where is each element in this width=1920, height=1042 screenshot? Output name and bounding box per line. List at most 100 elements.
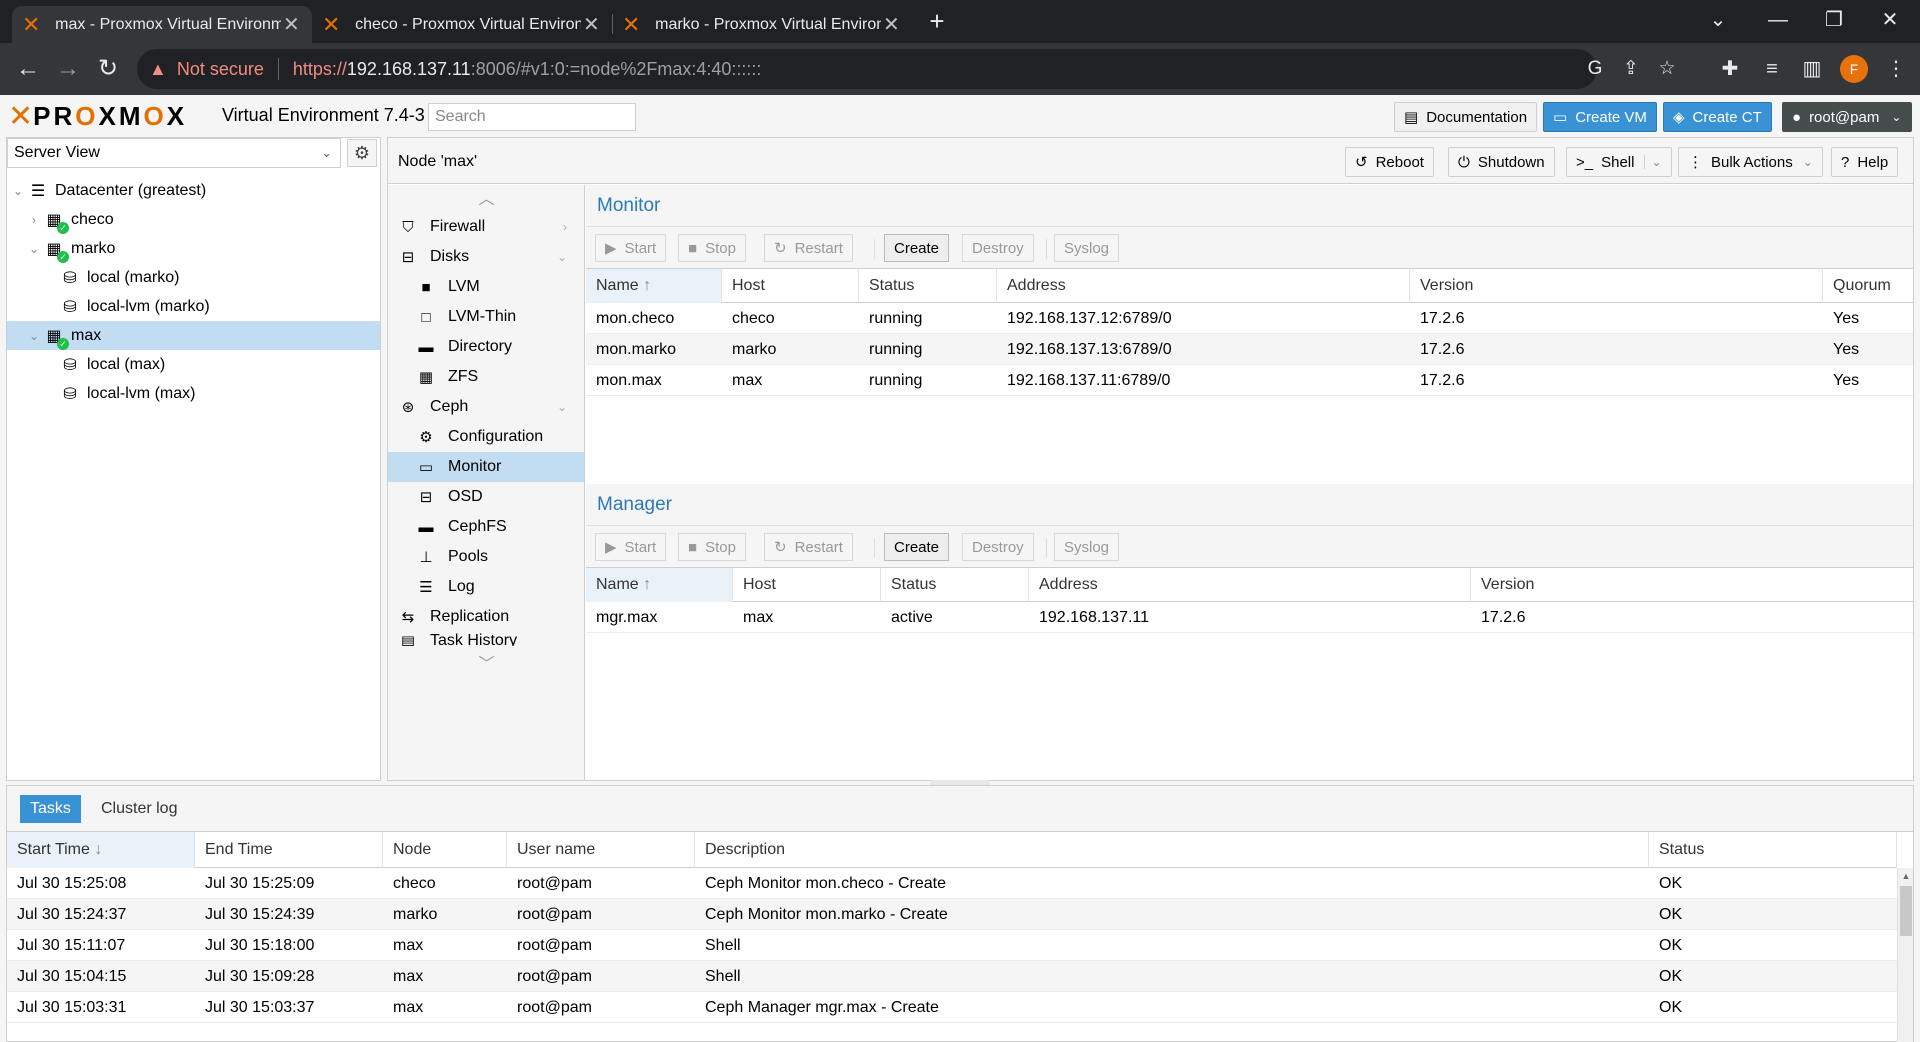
menu-item-monitor[interactable]: ▭ Monitor	[388, 452, 584, 482]
bulk-actions-button[interactable]: ⋮ Bulk Actions ⌄	[1678, 147, 1823, 177]
collapse-arrow-icon[interactable]: ⌄	[27, 329, 41, 343]
monitor-stop-button[interactable]: ■ Stop	[678, 234, 746, 262]
column-version[interactable]: Version	[1471, 568, 1913, 602]
table-row[interactable]: Jul 30 15:03:31 Jul 30 15:03:37 max root…	[7, 992, 1897, 1023]
create-ct-button[interactable]: ◈ Create CT	[1663, 102, 1772, 132]
column-status[interactable]: Status	[881, 568, 1029, 602]
user-menu-button[interactable]: ● root@pam ⌄	[1782, 102, 1912, 132]
monitor-destroy-button[interactable]: Destroy	[962, 234, 1034, 262]
address-bar[interactable]: ▲ Not secure https:// 192.168.137.11 :80…	[137, 49, 1676, 89]
monitor-restart-button[interactable]: ↻ Restart	[764, 234, 853, 262]
column-name[interactable]: Name ↑	[586, 269, 722, 303]
reload-button[interactable]: ↻	[92, 53, 124, 85]
collapse-arrow-icon[interactable]: ⌄	[11, 184, 25, 198]
collapse-arrow-icon[interactable]: ⌄	[27, 242, 41, 256]
manager-stop-button[interactable]: ■ Stop	[678, 533, 746, 561]
shutdown-button[interactable]: ⏻ Shutdown	[1448, 147, 1555, 177]
column-end-time[interactable]: End Time	[195, 832, 383, 868]
close-window-button[interactable]: ✕	[1862, 0, 1918, 40]
monitor-start-button[interactable]: ▶ Start	[595, 234, 667, 262]
bookmark-star-icon[interactable]: ☆	[1649, 49, 1685, 89]
back-button[interactable]: ←	[12, 53, 44, 85]
monitor-create-button[interactable]: Create	[884, 234, 950, 262]
menu-item-task-history[interactable]: ▤ Task History	[388, 632, 584, 646]
close-tab-icon[interactable]: ✕	[581, 12, 602, 37]
column-version[interactable]: Version	[1410, 269, 1823, 303]
tree-settings-gear-icon[interactable]: ⚙	[347, 139, 377, 167]
menu-item-directory[interactable]: ▬ Directory	[388, 332, 584, 362]
google-icon[interactable]: G	[1577, 49, 1613, 89]
menu-item-zfs[interactable]: ▦ ZFS	[388, 362, 584, 392]
monitor-syslog-button[interactable]: Syslog	[1054, 234, 1120, 262]
browser-tab-max[interactable]: ✕ max - Proxmox Virtual Environme ✕	[12, 6, 312, 43]
tree-item-checo[interactable]: › ▦ ✓ checo	[7, 205, 380, 234]
column-start-time[interactable]: Start Time ↓	[7, 832, 195, 868]
menu-item-disks[interactable]: ⊟ Disks ⌄	[388, 242, 584, 272]
column-address[interactable]: Address	[997, 269, 1410, 303]
create-vm-button[interactable]: ▭ Create VM	[1543, 102, 1657, 132]
share-icon[interactable]: ⇪	[1613, 49, 1649, 89]
tasks-scrollbar[interactable]: ▲	[1897, 868, 1913, 1042]
security-label[interactable]: Not secure	[177, 59, 264, 80]
tree-item-local-lvm-max[interactable]: ⛁ local-lvm (max)	[7, 379, 380, 408]
close-tab-icon[interactable]: ✕	[281, 12, 302, 37]
tab-search-icon[interactable]: ⌄	[1690, 0, 1746, 40]
table-row[interactable]: mon.checo checo running 192.168.137.12:6…	[586, 303, 1913, 334]
manager-create-button[interactable]: Create	[884, 533, 950, 561]
documentation-button[interactable]: ▤ Documentation	[1394, 102, 1538, 132]
tree-item-marko[interactable]: ⌄ ▦ ✓ marko	[7, 234, 380, 263]
table-row[interactable]: mgr.max max active 192.168.137.11 17.2.6	[586, 602, 1913, 633]
browser-tab-checo[interactable]: ✕ checo - Proxmox Virtual Environ ✕	[312, 6, 612, 43]
tree-item-local-marko[interactable]: ⛁ local (marko)	[7, 263, 380, 292]
manager-restart-button[interactable]: ↻ Restart	[764, 533, 853, 561]
manager-start-button[interactable]: ▶ Start	[595, 533, 667, 561]
help-button[interactable]: ? Help	[1831, 147, 1899, 177]
scroll-up-arrow-icon[interactable]: ▲	[1898, 868, 1914, 884]
column-description[interactable]: Description	[695, 832, 1649, 868]
table-row[interactable]: Jul 30 15:25:08 Jul 30 15:25:09 checo ro…	[7, 868, 1897, 899]
menu-item-lvm[interactable]: ■ LVM	[388, 272, 584, 302]
minimize-window-button[interactable]: —	[1750, 0, 1806, 40]
tree-item-local-lvm-marko[interactable]: ⛁ local-lvm (marko)	[7, 292, 380, 321]
column-status[interactable]: Status	[859, 269, 997, 303]
menu-item-cephfs[interactable]: ▬ CephFS	[388, 512, 584, 542]
maximize-window-button[interactable]: ❐	[1806, 0, 1862, 40]
column-address[interactable]: Address	[1029, 568, 1471, 602]
tree-item-max[interactable]: ⌄ ▦ ✓ max	[7, 321, 380, 350]
forward-button[interactable]: →	[52, 53, 84, 85]
side-panel-icon[interactable]: ▥	[1796, 53, 1828, 85]
menu-scroll-up-icon[interactable]: ︿	[388, 185, 584, 208]
view-selector[interactable]: Server View ⌄	[7, 138, 341, 168]
column-status[interactable]: Status	[1649, 832, 1897, 868]
menu-scroll-down-icon[interactable]: ﹀	[388, 650, 584, 673]
global-search-input[interactable]: Search	[428, 103, 636, 131]
profile-avatar[interactable]: F	[1840, 55, 1868, 83]
menu-item-replication[interactable]: ⇆ Replication	[388, 602, 584, 632]
menu-item-osd[interactable]: ⊟ OSD	[388, 482, 584, 512]
scrollbar-thumb[interactable]	[1900, 886, 1912, 936]
column-quorum[interactable]: Quorum	[1823, 269, 1913, 303]
column-host[interactable]: Host	[733, 568, 881, 602]
table-row[interactable]: mon.marko marko running 192.168.137.13:6…	[586, 334, 1913, 365]
close-tab-icon[interactable]: ✕	[881, 12, 902, 37]
browser-menu-icon[interactable]: ⋮	[1880, 53, 1912, 85]
shell-button[interactable]: >_ Shell ⌄	[1566, 147, 1672, 177]
menu-item-lvm-thin[interactable]: □ LVM-Thin	[388, 302, 584, 332]
media-control-icon[interactable]: ≡	[1756, 53, 1788, 85]
tab-cluster-log[interactable]: Cluster log	[91, 795, 187, 823]
manager-destroy-button[interactable]: Destroy	[962, 533, 1034, 561]
column-user-name[interactable]: User name	[507, 832, 695, 868]
menu-item-configuration[interactable]: ⚙ Configuration	[388, 422, 584, 452]
menu-item-firewall[interactable]: ⛉ Firewall ›	[388, 212, 584, 242]
column-host[interactable]: Host	[722, 269, 859, 303]
menu-item-pools[interactable]: ⊥ Pools	[388, 542, 584, 572]
reboot-button[interactable]: ↺ Reboot	[1345, 147, 1434, 177]
column-node[interactable]: Node	[383, 832, 507, 868]
expand-arrow-icon[interactable]: ›	[27, 213, 41, 227]
tab-tasks[interactable]: Tasks	[20, 795, 81, 823]
manager-syslog-button[interactable]: Syslog	[1054, 533, 1120, 561]
chevron-down-icon[interactable]: ⌄	[1644, 155, 1662, 169]
menu-item-log[interactable]: ☰ Log	[388, 572, 584, 602]
extensions-puzzle-icon[interactable]: ✚	[1714, 53, 1746, 85]
browser-tab-marko[interactable]: ✕ marko - Proxmox Virtual Environ ✕	[612, 6, 912, 43]
